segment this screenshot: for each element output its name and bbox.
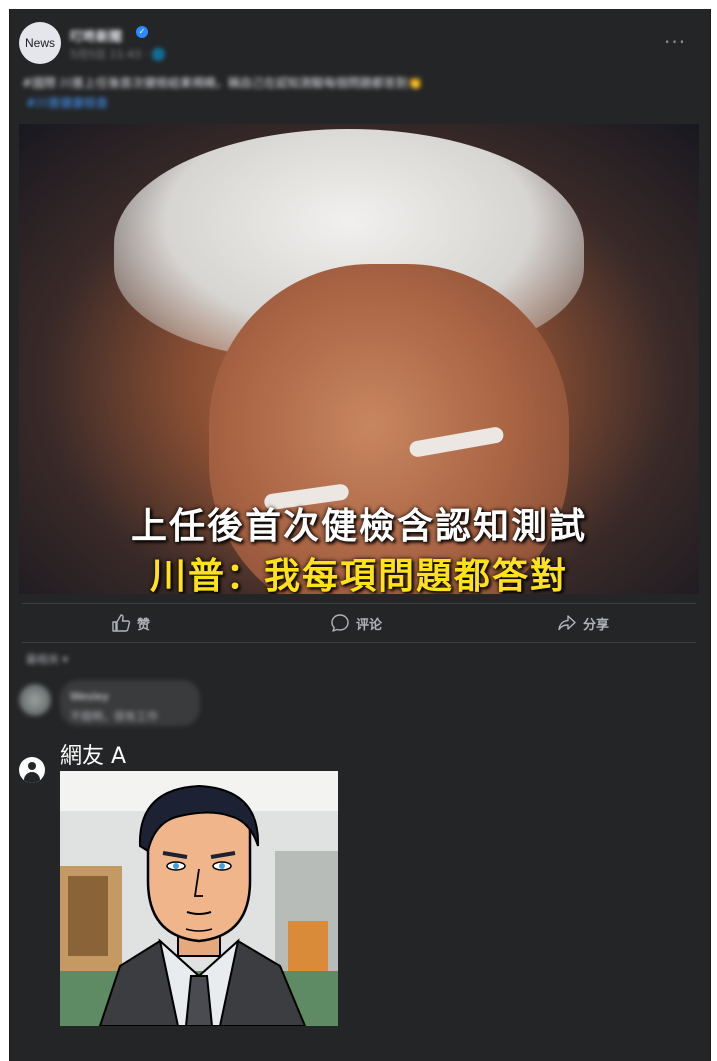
comment-button[interactable]: 评论 (330, 612, 382, 634)
commenter-avatar[interactable] (19, 684, 51, 716)
like-button[interactable]: 赞 (111, 612, 150, 634)
thumbs-up-icon (112, 614, 131, 632)
post-timestamp[interactable]: 5月5日 11:43 · 🌐 (70, 46, 165, 62)
like-label: 赞 (137, 617, 151, 633)
page-name[interactable]: 叮咚新聞 (70, 26, 122, 45)
share-arrow-icon (558, 615, 576, 631)
comment-bubble-icon (331, 614, 349, 632)
image-headline-line1: 上任後首次健檢含認知測試 (130, 506, 587, 547)
comment-text: 不錯啊，很有工作 (70, 710, 158, 723)
post-image[interactable]: 上任後首次健檢含認知測試 川普：我每項問題都答對 (19, 124, 699, 594)
reply-author-name[interactable]: 網友 A (60, 738, 126, 770)
commenter-name[interactable]: Wesley (70, 690, 109, 703)
reply-image-cartoon[interactable] (60, 771, 338, 1026)
user-avatar-icon[interactable] (19, 757, 45, 783)
page-avatar[interactable]: News (19, 22, 61, 64)
cartoon-man-illustration (60, 771, 338, 1026)
comment-label: 评论 (356, 617, 383, 633)
post-caption-hashtag[interactable]: #川普健康檢查 (26, 94, 108, 111)
post-caption: #國際 川普上任後首次健檢結果揭曉，稱自己在認知測驗每個問題都答對👏 (22, 76, 423, 90)
more-options-icon[interactable]: ··· (664, 30, 686, 54)
actions-divider-top (22, 603, 696, 604)
share-button[interactable]: 分享 (557, 612, 609, 634)
comment-sort-dropdown[interactable]: 最相关 ▾ (26, 651, 68, 667)
verified-badge-icon: ✓ (136, 26, 148, 38)
share-label: 分享 (583, 617, 610, 633)
actions-divider-bottom (22, 642, 696, 643)
image-headline-line2: 川普：我每項問題都答對 (149, 556, 568, 594)
